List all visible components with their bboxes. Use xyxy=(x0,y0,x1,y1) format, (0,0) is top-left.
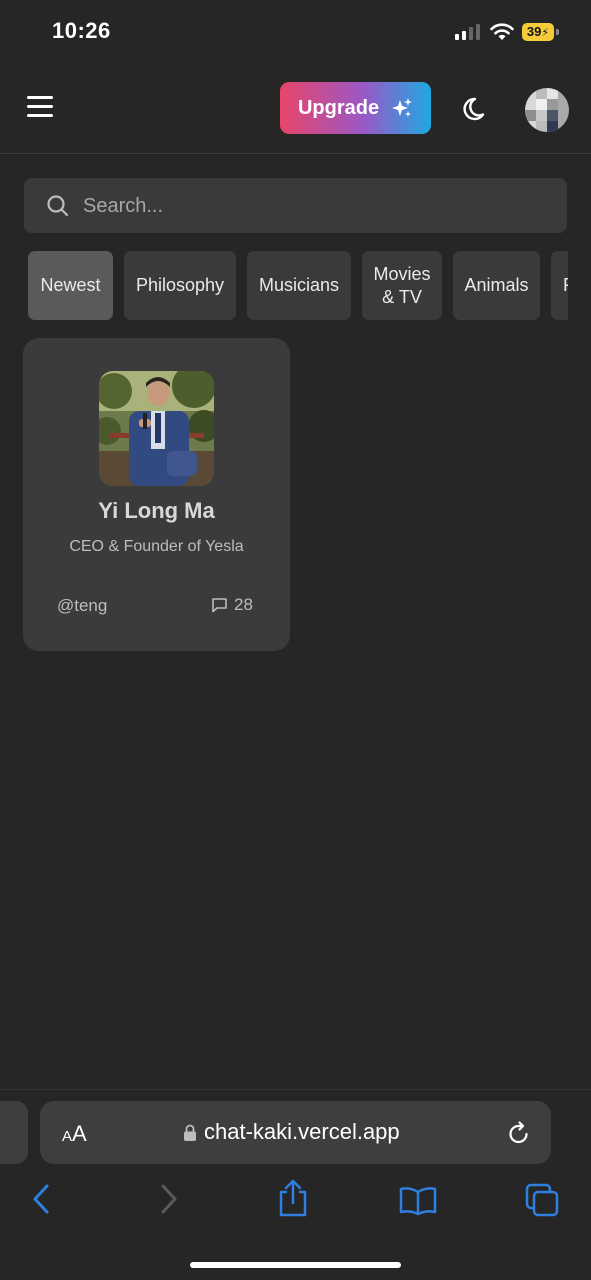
category-chip-newest[interactable]: Newest xyxy=(28,251,113,320)
companion-photo-image xyxy=(99,371,214,486)
wifi-icon xyxy=(490,23,514,40)
category-label: Movies & TV xyxy=(373,263,431,307)
hamburger-menu-icon[interactable] xyxy=(27,96,53,118)
share-icon[interactable] xyxy=(277,1178,309,1218)
home-indicator xyxy=(190,1262,401,1268)
category-chip-philosophy[interactable]: Philosophy xyxy=(124,251,236,320)
battery-level: 39 xyxy=(526,24,542,39)
status-time: 10:26 xyxy=(52,18,111,43)
battery-indicator: 39⚡ xyxy=(522,23,554,41)
companion-name: Yi Long Ma xyxy=(98,498,215,523)
companion-creator-handle: @teng xyxy=(57,596,108,615)
upgrade-label: Upgrade xyxy=(297,96,380,119)
sparkles-icon xyxy=(392,98,413,117)
cellular-signal-icon xyxy=(455,24,481,40)
category-label: Philosophy xyxy=(135,275,225,295)
category-chip-animals[interactable]: Animals xyxy=(453,251,540,320)
text-size-button[interactable]: AA xyxy=(62,1121,87,1147)
category-chip-partial[interactable]: F xyxy=(551,251,568,320)
back-arrow-icon[interactable] xyxy=(30,1183,52,1215)
category-label: Animals xyxy=(464,275,529,295)
forward-arrow-icon[interactable] xyxy=(158,1183,180,1215)
url-text: chat-kaki.vercel.app xyxy=(204,1119,400,1144)
category-chip-movies-tv[interactable]: Movies & TV xyxy=(362,251,442,320)
header-divider xyxy=(0,153,591,154)
category-chips: Newest Philosophy Musicians Movies & TV … xyxy=(28,251,568,321)
upgrade-button[interactable]: Upgrade xyxy=(280,82,431,134)
battery-tip xyxy=(556,29,559,35)
lock-icon xyxy=(184,1124,196,1141)
category-label: F xyxy=(563,274,568,297)
companion-photo xyxy=(99,371,214,486)
user-avatar[interactable] xyxy=(525,88,569,132)
companion-description: CEO & Founder of Yesla xyxy=(69,538,244,555)
tabs-icon[interactable] xyxy=(525,1183,561,1217)
category-label: Newest xyxy=(40,275,101,295)
previous-tab-preview[interactable] xyxy=(0,1101,28,1164)
category-chip-musicians[interactable]: Musicians xyxy=(247,251,351,320)
moon-icon[interactable] xyxy=(463,95,491,123)
search-icon xyxy=(47,195,69,217)
message-count-value: 28 xyxy=(234,595,253,614)
search-box[interactable] xyxy=(24,178,567,235)
bookmarks-icon[interactable] xyxy=(399,1186,437,1216)
search-input[interactable] xyxy=(81,178,555,235)
companion-card[interactable]: Yi Long Ma CEO & Founder of Yesla @teng … xyxy=(23,338,290,651)
address-bar[interactable]: AA chat-kaki.vercel.app xyxy=(40,1101,551,1164)
reload-icon[interactable] xyxy=(507,1120,531,1146)
category-label: Musicians xyxy=(258,275,340,295)
message-count: 28 xyxy=(211,595,253,615)
chat-bubble-icon xyxy=(212,598,227,613)
